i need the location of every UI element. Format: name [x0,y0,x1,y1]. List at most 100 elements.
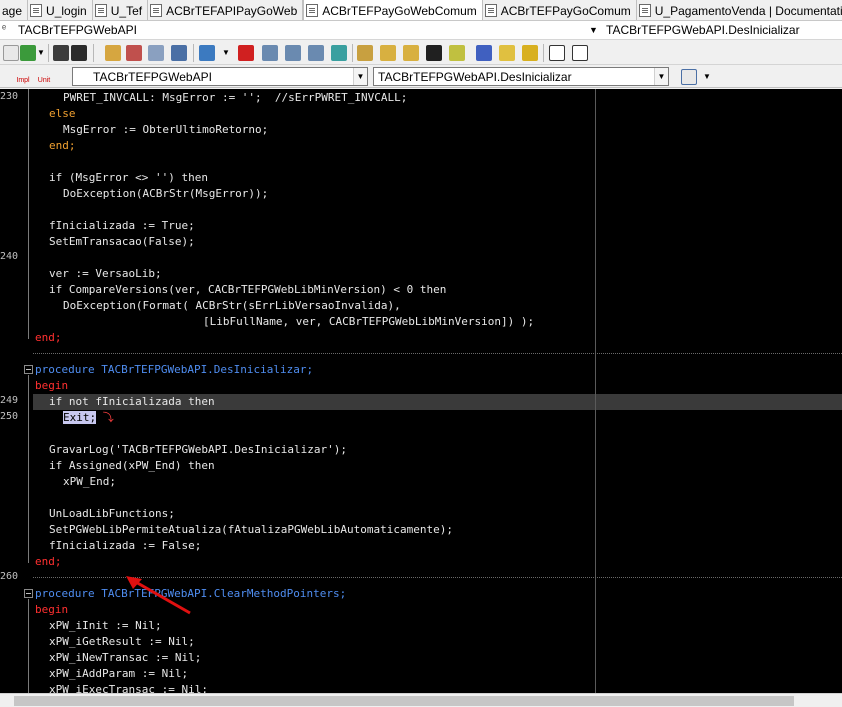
about-icon[interactable] [572,45,588,61]
code-text: MsgError := ObterUltimoRetorno; [63,123,269,136]
code-line[interactable]: xPW_iAddParam := Nil; [49,666,188,682]
impl-label: Impl [16,77,30,84]
fold-line [28,375,29,563]
code-line[interactable]: xPW_iGetResult := Nil; [49,634,195,650]
nav-method-name[interactable]: TACBrTEFPGWebAPI.DesInicializar [606,23,800,37]
step-over-icon[interactable] [262,45,278,61]
stop-icon[interactable] [238,45,254,61]
code-text: xPW_End; [63,475,116,488]
scrollbar-thumb[interactable] [14,696,794,706]
save-icon[interactable] [53,45,69,61]
code-line[interactable]: end; [35,330,62,346]
add-icon[interactable] [20,45,36,61]
tab-u-tef[interactable]: U_Tef [93,0,149,20]
code-line[interactable]: SetPGWebLibPermiteAtualiza(fAtualizaPGWe… [49,522,453,538]
code-line[interactable]: if (MsgError <> '') then [49,170,208,186]
code-line[interactable]: xPW_End; [63,474,116,490]
code-line[interactable]: DoException(Format( ACBrStr(sErrLibVersa… [63,298,401,314]
code-text: end; [35,331,62,344]
show-execution-point-icon[interactable] [331,45,347,61]
open-project-icon[interactable] [105,45,121,61]
chevron-down-icon[interactable]: ▼ [353,68,367,85]
code-line[interactable]: Exit; ⤵ [63,410,114,426]
chevron-down-icon[interactable]: ▼ [589,25,598,35]
code-line[interactable]: if not fInicializada then [49,394,215,410]
code-line[interactable]: DoException(ACBrStr(MsgError)); [63,186,268,202]
toolbar-separator [48,44,49,62]
fold-toggle-icon[interactable] [24,589,33,598]
code-line[interactable]: fInicializada := False; [49,538,201,554]
code-text: ver := VersaoLib; [49,267,162,280]
code-line[interactable]: xPW_iExecTransac := Nil; [49,682,208,693]
code-line[interactable]: [LibFullName, ver, CACBrTEFPGWebLibMinVe… [203,314,534,330]
new-file-icon[interactable] [3,45,19,61]
code-line[interactable]: MsgError := ObterUltimoRetorno; [63,122,268,138]
code-line[interactable]: xPW_iNewTransac := Nil; [49,650,201,666]
code-text: begin [35,603,69,616]
code-line[interactable]: fInicializada := True; [49,218,195,234]
toolbar-separator [543,44,544,62]
tab-age[interactable]: age [0,0,29,20]
help-icon[interactable] [549,45,565,61]
line-gutter[interactable]: 230 240 249 250 260 [0,89,21,693]
code-editor[interactable]: 230 240 249 250 260 PWRET_INVCALL: MsgEr… [0,89,842,693]
edit-icon[interactable] [380,45,396,61]
notebook-icon[interactable] [499,45,515,61]
import-icon[interactable] [171,45,187,61]
chevron-down-icon[interactable]: ▼ [37,48,45,57]
code-text: if CompareVersions(ver, CACBrTEFPGWebLib… [49,283,447,296]
code-text: xPW_iGetResult := Nil; [49,635,195,648]
code-line[interactable]: ver := VersaoLib; [49,266,162,282]
class-select[interactable]: TACBrTEFPGWebAPI ▼ [72,67,368,86]
code-line[interactable]: if CompareVersions(ver, CACBrTEFPGWebLib… [49,282,446,298]
code-line[interactable]: begin [35,378,68,394]
structure-view-icon[interactable] [681,69,697,85]
remove-file-icon[interactable] [126,45,142,61]
code-text: SetPGWebLibPermiteAtualiza(fAtualizaPGWe… [49,523,453,536]
tab-u-pagamentovenda[interactable]: U_PagamentoVenda | Documentation [637,0,842,20]
class-select-value: TACBrTEFPGWebAPI [93,70,212,84]
tab-acbrtefapipaygoweb[interactable]: ACBrTEFAPIPayGoWeb [148,0,304,20]
trace-into-icon[interactable] [285,45,301,61]
code-line[interactable]: GravarLog('TACBrTEFPGWebAPI.DesInicializ… [49,442,347,458]
unit-file-icon [306,4,319,17]
code-text: fInicializada := False; [49,539,202,552]
impl-toggle-button[interactable]: Impl [12,66,34,87]
unit-file-icon [638,4,651,17]
method-separator [33,353,842,354]
chevron-down-icon[interactable]: ▼ [654,68,668,85]
run-to-cursor-icon[interactable] [308,45,324,61]
code-line[interactable]: begin [35,602,68,618]
tab-acbrtefpaygowebcomum[interactable]: ACBrTEFPayGoWebComum [303,0,483,20]
nav-class-name[interactable]: TACBrTEFPGWebAPI [18,23,137,37]
chevron-down-icon[interactable]: ▼ [222,48,230,57]
code-line[interactable]: SetEmTransacao(False); [49,234,195,250]
fold-toggle-icon[interactable] [24,365,33,374]
translate-icon[interactable] [449,45,465,61]
unit-toggle-button[interactable]: Unit [33,66,55,87]
code-text: DoException(ACBrStr(MsgError)); [63,187,269,200]
horizontal-scrollbar[interactable] [0,693,842,707]
tab-u-login[interactable]: U_login [28,0,93,20]
components-icon[interactable] [357,45,373,61]
notes-icon[interactable] [403,45,419,61]
dollar-icon[interactable] [426,45,442,61]
code-line[interactable]: PWRET_INVCALL: MsgError := ''; //sErrPWR… [63,90,407,106]
tab-label: age [2,3,23,18]
unit-file-icon [150,4,163,17]
chevron-down-icon[interactable]: ▼ [703,72,711,81]
method-select[interactable]: TACBrTEFPGWebAPI.DesInicializar ▼ [373,67,669,86]
code-line[interactable]: end; [35,554,62,570]
tab-label: ACBrTEFPayGoWebComum [322,3,477,18]
numbering-icon[interactable] [476,45,492,61]
code-line[interactable]: if Assigned(xPW_End) then [49,458,215,474]
tab-acbrtefpaygocomum[interactable]: ACBrTEFPayGoComum [483,0,637,20]
code-line[interactable]: procedure TACBrTEFPGWebAPI.DesInicializa… [35,362,313,378]
gear-icon[interactable] [522,45,538,61]
save-all-icon[interactable] [71,45,87,61]
code-line[interactable]: end; [49,138,76,154]
code-line[interactable]: UnLoadLibFunctions; [49,506,175,522]
project-options-icon[interactable] [148,45,164,61]
run-icon[interactable] [199,45,215,61]
code-line[interactable]: else [49,106,76,122]
